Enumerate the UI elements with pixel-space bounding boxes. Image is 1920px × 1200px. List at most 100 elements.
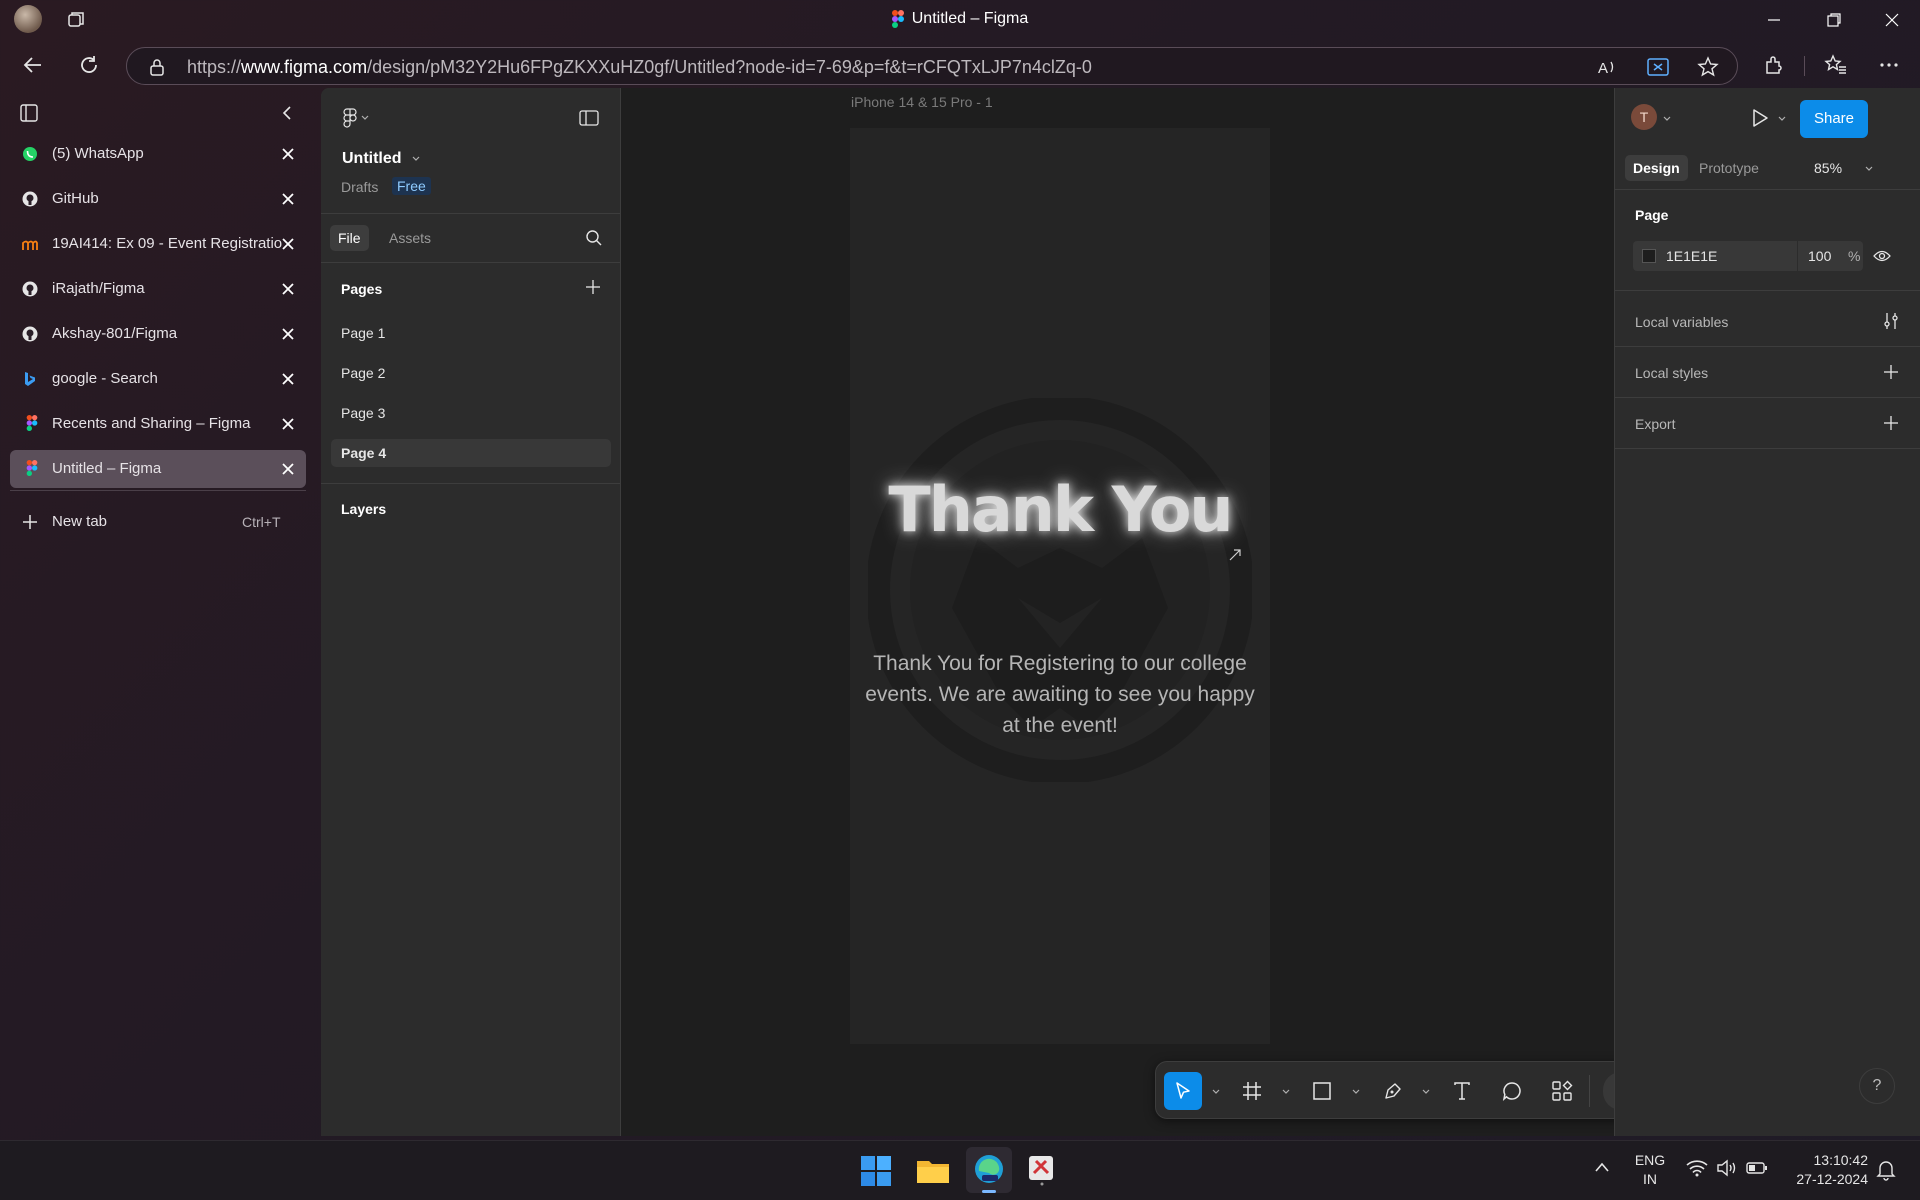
back-button[interactable] [22, 54, 44, 76]
iphone-frame[interactable]: Thank You Thank You for Registering to o… [850, 128, 1270, 1044]
close-tab-icon[interactable] [280, 146, 296, 162]
page-item[interactable]: Page 1 [331, 319, 611, 347]
search-icon[interactable] [585, 229, 603, 247]
restore-button[interactable] [1804, 0, 1864, 40]
app-available-icon[interactable] [1647, 57, 1669, 77]
main-menu-button[interactable] [343, 108, 369, 128]
tab-file[interactable]: File [330, 225, 369, 251]
start-button[interactable] [860, 1155, 892, 1187]
local-variables-label[interactable]: Local variables [1635, 314, 1728, 330]
actions-button[interactable] [1543, 1072, 1581, 1110]
tab-label: Untitled – Figma [52, 460, 162, 477]
local-styles-label[interactable]: Local styles [1635, 365, 1708, 381]
present-button[interactable] [1751, 108, 1769, 128]
close-tab-icon[interactable] [280, 281, 296, 297]
toggle-ui-icon[interactable] [579, 110, 599, 126]
help-button[interactable]: ? [1859, 1068, 1895, 1104]
chevron-down-icon[interactable] [1422, 1089, 1430, 1095]
text-tool-button[interactable] [1443, 1072, 1481, 1110]
close-tab-icon[interactable] [280, 236, 296, 252]
page-color-hex[interactable]: 1E1E1E [1666, 248, 1717, 264]
notifications-icon[interactable] [1876, 1159, 1896, 1181]
chevron-down-icon[interactable] [1865, 166, 1873, 172]
eye-icon[interactable] [1873, 249, 1891, 263]
tab-assets[interactable]: Assets [389, 230, 431, 246]
rectangle-tool-button[interactable] [1303, 1072, 1341, 1110]
extensions-icon[interactable] [1763, 54, 1785, 76]
thank-you-message[interactable]: Thank You for Registering to our college… [865, 648, 1255, 741]
file-explorer-button[interactable] [916, 1155, 950, 1187]
comment-tool-button[interactable] [1493, 1072, 1531, 1110]
minimize-button[interactable] [1744, 0, 1804, 40]
close-window-button[interactable] [1862, 0, 1920, 40]
frame-label[interactable]: iPhone 14 & 15 Pro - 1 [851, 94, 993, 110]
show-hidden-icons-button[interactable] [1594, 1161, 1610, 1173]
favorites-icon[interactable] [1824, 54, 1848, 76]
file-name-button[interactable]: Untitled [342, 150, 420, 168]
page-opacity[interactable]: 100 [1808, 248, 1831, 264]
snipping-tool-button[interactable] [1026, 1153, 1058, 1187]
address-bar[interactable]: https://www.figma.com/design/pM32Y2Hu6FP… [126, 47, 1738, 85]
variables-settings-icon[interactable] [1883, 312, 1899, 330]
refresh-button[interactable] [78, 54, 100, 76]
browser-tab[interactable]: Akshay-801/Figma [10, 315, 306, 353]
new-tab-button[interactable]: New tab Ctrl+T [10, 503, 306, 541]
move-tool-button[interactable] [1164, 1072, 1202, 1110]
page-item[interactable]: Page 3 [331, 399, 611, 427]
browser-tab[interactable]: 19AI414: Ex 09 - Event Registration [10, 225, 306, 263]
browser-tab[interactable]: GitHub [10, 180, 306, 218]
edge-beta-button[interactable] [966, 1147, 1012, 1193]
chevron-down-icon[interactable] [1663, 116, 1671, 122]
close-tab-icon[interactable] [280, 461, 296, 477]
favorite-star-icon[interactable] [1697, 56, 1719, 78]
rectangle-icon [1313, 1082, 1331, 1100]
refresh-icon [81, 56, 97, 73]
add-export-button[interactable] [1884, 416, 1898, 430]
chevron-down-icon[interactable] [1778, 116, 1786, 122]
browser-tab[interactable]: (5) WhatsApp [10, 135, 306, 173]
play-icon [1753, 109, 1768, 127]
close-tab-icon[interactable] [280, 326, 296, 342]
lock-icon[interactable] [149, 58, 165, 76]
clock[interactable]: 13:10:42 27-12-2024 [1786, 1151, 1868, 1189]
read-aloud-icon[interactable]: A [1597, 57, 1617, 77]
volume-icon[interactable] [1716, 1159, 1738, 1177]
share-button[interactable]: Share [1800, 100, 1868, 138]
chevron-down-icon[interactable] [1282, 1089, 1290, 1095]
color-swatch[interactable] [1642, 249, 1656, 263]
plan-badge[interactable]: Free [392, 177, 431, 195]
export-label[interactable]: Export [1635, 416, 1675, 432]
wifi-icon[interactable] [1686, 1159, 1708, 1177]
close-tab-icon[interactable] [280, 371, 296, 387]
add-style-button[interactable] [1884, 365, 1898, 379]
browser-tab[interactable]: Recents and Sharing – Figma [10, 405, 306, 443]
thank-you-title[interactable]: Thank You [850, 473, 1270, 546]
more-menu-icon[interactable] [1878, 54, 1900, 76]
zoom-level[interactable]: 85% [1814, 160, 1842, 176]
close-tab-icon[interactable] [280, 191, 296, 207]
browser-tab[interactable]: google - Search [10, 360, 306, 398]
page-item[interactable]: Page 4 [331, 439, 611, 467]
page-color-field[interactable]: 1E1E1E 100 % [1633, 241, 1863, 271]
collapse-tabs-icon[interactable] [280, 104, 294, 122]
add-page-button[interactable] [586, 280, 600, 294]
pen-tool-button[interactable] [1374, 1072, 1412, 1110]
panel-divider [1615, 189, 1920, 190]
tab-design[interactable]: Design [1625, 155, 1688, 181]
user-avatar[interactable]: T [1631, 104, 1657, 130]
chevron-down-icon[interactable] [1212, 1089, 1220, 1095]
language-indicator[interactable]: ENG IN [1630, 1151, 1670, 1189]
file-location[interactable]: Drafts [341, 179, 378, 195]
chevron-down-icon[interactable] [1352, 1089, 1360, 1095]
browser-tab[interactable]: Untitled – Figma [10, 450, 306, 488]
tab-actions-icon[interactable] [20, 104, 38, 122]
url-text[interactable]: https://www.figma.com/design/pM32Y2Hu6FP… [187, 57, 1092, 78]
close-tab-icon[interactable] [280, 416, 296, 432]
page-item[interactable]: Page 2 [331, 359, 611, 387]
frame-tool-button[interactable] [1233, 1072, 1271, 1110]
figma-canvas[interactable]: iPhone 14 & 15 Pro - 1 Thank You Thank Y… [621, 88, 1681, 1136]
battery-icon[interactable] [1746, 1160, 1768, 1176]
windows-logo-icon [861, 1156, 891, 1186]
browser-tab[interactable]: iRajath/Figma [10, 270, 306, 308]
tab-prototype[interactable]: Prototype [1699, 160, 1759, 176]
